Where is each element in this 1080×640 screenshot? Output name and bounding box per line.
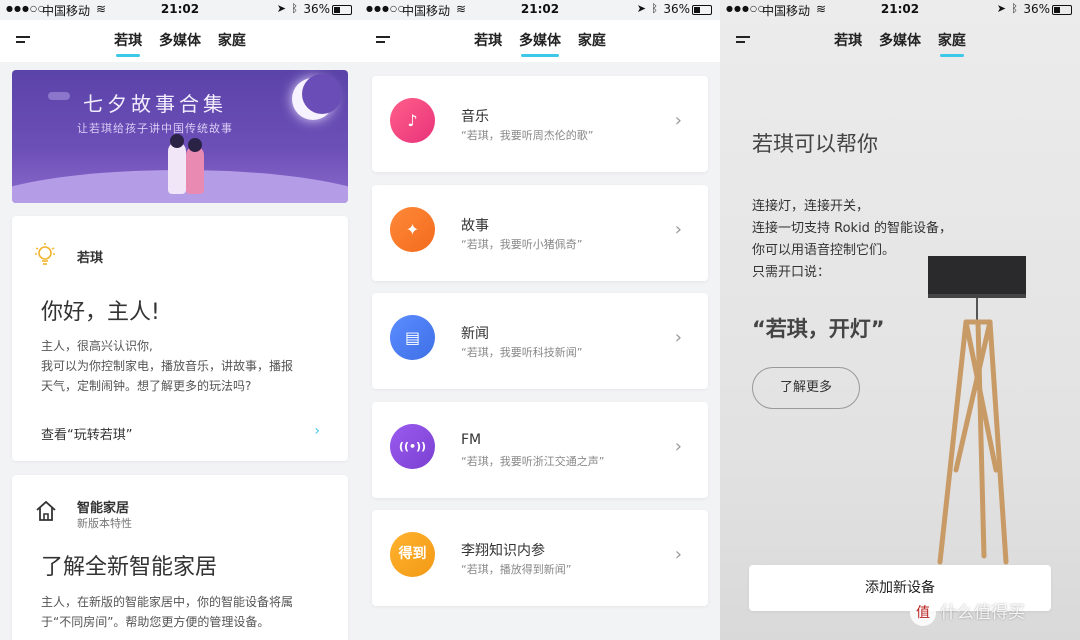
location-icon: ➤	[996, 2, 1006, 15]
top-nav: 若琪 多媒体 家庭	[0, 20, 360, 62]
media-item-story[interactable]: ✦ 故事 “若琪，我要听小猪佩奇” ›	[372, 185, 708, 281]
smart-home-title: 智能家居	[77, 501, 130, 516]
tab-ruoqi[interactable]: 若琪	[834, 30, 862, 57]
location-icon: ➤	[636, 2, 646, 15]
body-line: 天气，定制闹钟。想了解更多的玩法吗?	[41, 379, 252, 393]
site-watermark: 值什么值得买	[910, 598, 1025, 626]
smart-home-subtitle: 新版本特性	[77, 517, 132, 530]
banner-title: 七夕故事合集	[83, 92, 227, 116]
media-item-example: “若琪，我要听周杰伦的歌”	[461, 129, 594, 142]
battery-percent: 36%	[303, 2, 330, 16]
assistant-name: 若琪	[77, 251, 104, 266]
screen-multimedia: ●●●○○ 中国移动 ≋ 21:02 ➤ ᛒ 36% 若琪 多媒体 家庭 ♪ 音…	[360, 0, 720, 640]
chevron-right-icon: ›	[674, 110, 682, 131]
lightbulb-icon	[35, 243, 55, 265]
home-feature-title: 若琪可以帮你	[752, 132, 878, 156]
tab-bar: 若琪 多媒体 家庭	[720, 30, 1080, 57]
battery-percent: 36%	[1023, 2, 1050, 16]
battery-icon	[1052, 5, 1072, 15]
magic-wand-icon: ✦	[390, 207, 435, 252]
voice-command-quote: “若琪，开灯”	[752, 317, 885, 341]
top-nav: 若琪 多媒体 家庭	[360, 20, 720, 62]
assistant-intro-card: 若琪 你好，主人! 主人，很高兴认识你, 我可以为你控制家电，播放音乐，讲故事，…	[12, 216, 348, 461]
media-item-title: FM	[461, 432, 482, 448]
smart-home-headline: 了解全新智能家居	[41, 555, 218, 580]
body-line: 主人，很高兴认识你,	[41, 339, 153, 353]
tab-ruoqi[interactable]: 若琪	[114, 30, 142, 57]
greeting-body: 主人，很高兴认识你, 我可以为你控制家电，播放音乐，讲故事，播报 天气，定制闹钟…	[41, 336, 326, 396]
greeting-heading: 你好，主人!	[41, 300, 160, 325]
couple-illustration	[164, 134, 210, 196]
media-item-news[interactable]: ▤ 新闻 “若琪，我要听科技新闻” ›	[372, 293, 708, 389]
media-item-example: “若琪，我要听小猪佩奇”	[461, 238, 583, 251]
tab-ruoqi[interactable]: 若琪	[474, 30, 502, 57]
radio-waves-icon: ((•))	[390, 424, 435, 469]
moon-icon	[292, 74, 342, 120]
body-line: 你可以用语音控制它们。	[752, 243, 896, 258]
body-line: 只需开口说：	[752, 265, 831, 280]
battery-icon	[332, 5, 352, 15]
home-icon	[36, 500, 56, 521]
battery-icon	[692, 5, 712, 15]
status-bar: ●●●○○ 中国移动 ≋ 21:02 ➤ ᛒ 36%	[720, 0, 1080, 20]
bluetooth-icon: ᛒ	[651, 2, 658, 15]
screen-ruoqi: ●●●○○ 中国移动 ≋ 21:02 ➤ ᛒ 36% 若琪 多媒体 家庭 七夕故…	[0, 0, 360, 640]
watermark-logo-icon: 值	[910, 600, 936, 626]
media-item-title: 音乐	[461, 109, 489, 125]
learn-more-button[interactable]: 了解更多	[752, 367, 860, 409]
tab-bar: 若琪 多媒体 家庭	[0, 30, 360, 57]
screen-home: ●●●○○ 中国移动 ≋ 21:02 ➤ ᛒ 36% 若琪 多媒体 家庭 若琪可…	[720, 0, 1080, 640]
media-item-fm[interactable]: ((•)) FM “若琪，我要听浙江交通之声” ›	[372, 402, 708, 498]
home-feature-body: 连接灯，连接开关， 连接一切支持 Rokid 的智能设备， 你可以用语音控制它们…	[752, 196, 952, 284]
body-line: 于“不同房间”。帮助您更方便的管理设备。	[41, 615, 270, 629]
chevron-right-icon: ›	[674, 544, 682, 565]
chevron-right-icon: ›	[674, 436, 682, 457]
smart-home-card: 智能家居 新版本特性 了解全新智能家居 主人，在新版的智能家居中，你的智能设备将…	[12, 475, 348, 640]
battery-percent: 36%	[663, 2, 690, 16]
body-line: 连接灯，连接开关，	[752, 199, 870, 214]
view-guide-link[interactable]: 查看“玩转若琪”	[41, 424, 132, 443]
chevron-right-icon[interactable]: ›	[314, 423, 320, 439]
bluetooth-icon: ᛒ	[291, 2, 298, 15]
watermark-text: 什么值得买	[940, 603, 1025, 623]
tab-bar: 若琪 多媒体 家庭	[360, 30, 720, 57]
chevron-right-icon: ›	[674, 219, 682, 240]
location-icon: ➤	[276, 2, 286, 15]
status-bar: ●●●○○ 中国移动 ≋ 21:02 ➤ ᛒ 36%	[360, 0, 720, 20]
body-line: 主人，在新版的智能家居中，你的智能设备将属	[41, 595, 294, 609]
tab-home[interactable]: 家庭	[218, 30, 246, 57]
media-item-example: “若琪，我要听科技新闻”	[461, 346, 583, 359]
chevron-right-icon: ›	[674, 327, 682, 348]
qixi-story-banner[interactable]: 七夕故事合集 让若琪给孩子讲中国传统故事	[12, 70, 348, 203]
media-item-music[interactable]: ♪ 音乐 “若琪，我要听周杰伦的歌” ›	[372, 76, 708, 172]
media-item-title: 李翔知识内参	[461, 543, 545, 559]
tab-multimedia[interactable]: 多媒体	[879, 30, 921, 57]
dedao-logo-icon: 得到	[390, 532, 435, 577]
media-item-example: “若琪，我要听浙江交通之声”	[461, 455, 605, 468]
floor-lamp-illustration	[928, 256, 1026, 565]
status-bar: ●●●○○ 中国移动 ≋ 21:02 ➤ ᛒ 36%	[0, 0, 360, 20]
media-item-title: 新闻	[461, 326, 489, 342]
body-line: 连接一切支持 Rokid 的智能设备，	[752, 221, 953, 236]
tab-home[interactable]: 家庭	[578, 30, 606, 57]
media-item-title: 故事	[461, 218, 489, 234]
newspaper-icon: ▤	[390, 315, 435, 360]
smart-home-body: 主人，在新版的智能家居中，你的智能设备将属 于“不同房间”。帮助您更方便的管理设…	[41, 592, 326, 632]
tab-multimedia[interactable]: 多媒体	[159, 30, 201, 57]
banner-subtitle: 让若琪给孩子讲中国传统故事	[77, 122, 233, 135]
tab-multimedia[interactable]: 多媒体	[519, 30, 561, 57]
top-nav: 若琪 多媒体 家庭	[720, 20, 1080, 62]
media-item-example: “若琪，播放得到新闻”	[461, 563, 572, 576]
media-item-dedao[interactable]: 得到 李翔知识内参 “若琪，播放得到新闻” ›	[372, 510, 708, 606]
bluetooth-icon: ᛒ	[1011, 2, 1018, 15]
tab-home[interactable]: 家庭	[938, 30, 966, 57]
body-line: 我可以为你控制家电，播放音乐，讲故事，播报	[41, 359, 294, 373]
music-note-icon: ♪	[390, 98, 435, 143]
